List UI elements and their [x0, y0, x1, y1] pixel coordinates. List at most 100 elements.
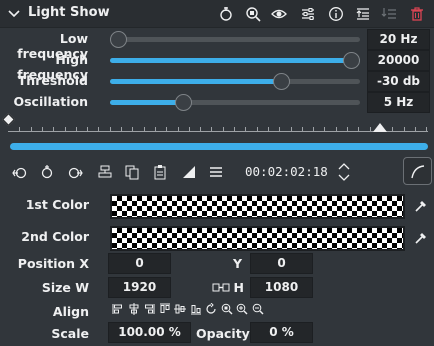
- keyframe-track-bar[interactable]: [10, 143, 428, 150]
- color-swatch[interactable]: [110, 226, 405, 251]
- ruler-tick: [347, 127, 348, 131]
- slider-handle[interactable]: [343, 52, 360, 69]
- ruler-tick: [414, 127, 416, 131]
- copy-icon[interactable]: [124, 164, 140, 180]
- add-keyframe-icon[interactable]: [39, 164, 55, 180]
- ruler-tick: [222, 127, 224, 131]
- info-icon[interactable]: [328, 6, 344, 22]
- position-y-input[interactable]: 0: [250, 253, 313, 274]
- slider-handle[interactable]: [110, 31, 127, 48]
- presets-icon[interactable]: [300, 6, 316, 22]
- lock-ratio-icon[interactable]: [212, 281, 230, 294]
- color-label: 2nd Color: [21, 229, 89, 244]
- ruler-tick: [177, 127, 179, 131]
- ruler-tick: [358, 127, 360, 131]
- align-vcenter-icon[interactable]: [174, 303, 186, 315]
- param-slider[interactable]: [110, 94, 360, 111]
- next-keyframe-icon[interactable]: [67, 164, 83, 180]
- ruler-tick: [64, 127, 66, 131]
- ruler-tick: [211, 127, 213, 131]
- align-hcenter-icon[interactable]: [128, 303, 140, 315]
- slider-fill: [110, 58, 360, 63]
- rotate-icon[interactable]: [205, 303, 217, 315]
- visibility-icon[interactable]: [271, 6, 287, 22]
- param-slider[interactable]: [110, 31, 360, 48]
- timecode[interactable]: 00:02:02:18: [245, 164, 328, 179]
- width-input[interactable]: 1920: [108, 277, 171, 298]
- h-label: H: [233, 280, 244, 295]
- ruler-tick: [143, 127, 145, 131]
- color-picker-icon[interactable]: [414, 231, 428, 245]
- curve-icon: [410, 164, 426, 180]
- collapse-chevron-icon[interactable]: [8, 8, 20, 20]
- param-label: Threshold: [17, 73, 88, 88]
- effect-header: Light Show: [0, 0, 434, 28]
- ruler-tick: [41, 127, 43, 131]
- align-left-icon[interactable]: [112, 303, 124, 315]
- color-swatch[interactable]: [110, 194, 405, 219]
- slider-handle[interactable]: [273, 73, 291, 90]
- ruler-tick: [188, 127, 190, 131]
- paste-icon[interactable]: [152, 164, 168, 180]
- param-slider[interactable]: [110, 73, 360, 90]
- ruler-tick: [98, 127, 100, 131]
- zoom-in-icon[interactable]: [236, 303, 248, 315]
- delete-icon[interactable]: [409, 6, 425, 22]
- compare-icon[interactable]: [245, 6, 261, 22]
- playhead-marker[interactable]: [372, 123, 387, 132]
- curve-editor-button[interactable]: [403, 157, 432, 185]
- ruler-tick: [132, 127, 134, 131]
- ruler-tick: [403, 127, 405, 131]
- opacity-input[interactable]: 0 %: [250, 322, 313, 343]
- keyframe-marker[interactable]: [2, 113, 15, 126]
- param-value-input[interactable]: -30 db: [367, 71, 430, 92]
- scale-input[interactable]: 100.00 %: [108, 322, 191, 343]
- size-w-label: Size W: [41, 280, 89, 295]
- timecode-spinner-icon[interactable]: [337, 162, 351, 182]
- save-icon[interactable]: [381, 6, 397, 22]
- scale-label: Scale: [51, 326, 89, 341]
- ruler-tick: [19, 127, 21, 131]
- ruler-tick: [290, 127, 292, 131]
- param-value-input[interactable]: 20 Hz: [367, 29, 430, 50]
- position-x-input[interactable]: 0: [108, 253, 171, 274]
- ruler-tick: [301, 127, 303, 131]
- ruler-tick: [279, 127, 281, 131]
- align-bottom-icon[interactable]: [190, 303, 202, 315]
- param-value-input[interactable]: 20000 Hz: [367, 50, 430, 86]
- ruler-tick: [121, 127, 122, 131]
- align-icon[interactable]: [97, 164, 113, 180]
- ruler-tick: [267, 127, 269, 131]
- ruler-tick: [426, 127, 428, 131]
- ruler-tick: [256, 127, 258, 131]
- ruler-tick: [75, 127, 77, 131]
- ruler-tick: [245, 127, 247, 131]
- slider-handle[interactable]: [175, 94, 193, 111]
- ruler-tick: [154, 127, 156, 131]
- param-label: Oscillation: [13, 94, 88, 109]
- ruler-tick: [392, 127, 394, 131]
- menu-icon[interactable]: [208, 164, 224, 180]
- interpolation-icon[interactable]: [181, 164, 197, 180]
- collapse-keyframes-icon[interactable]: [355, 6, 371, 22]
- ruler-tick: [109, 127, 111, 131]
- align-top-icon[interactable]: [159, 303, 171, 315]
- align-label: Align: [52, 304, 89, 319]
- ruler-tick: [335, 127, 337, 131]
- color-picker-icon[interactable]: [414, 199, 428, 213]
- keyframe-ruler[interactable]: [2, 113, 428, 135]
- zoom-fit-icon[interactable]: [221, 303, 233, 315]
- align-right-icon[interactable]: [143, 303, 155, 315]
- slider-fill: [110, 100, 180, 105]
- zoom-out-icon[interactable]: [252, 303, 264, 315]
- previous-keyframe-icon[interactable]: [12, 164, 28, 180]
- opacity-label: Opacity: [196, 326, 250, 341]
- slider-fill: [110, 79, 285, 84]
- param-slider[interactable]: [110, 52, 360, 69]
- reset-icon[interactable]: [218, 6, 234, 22]
- y-label: Y: [232, 256, 242, 271]
- height-input[interactable]: 1080: [250, 277, 313, 298]
- param-value-input[interactable]: 5 Hz: [367, 92, 430, 113]
- ruler-tick: [53, 127, 55, 131]
- ruler-tick: [87, 127, 89, 131]
